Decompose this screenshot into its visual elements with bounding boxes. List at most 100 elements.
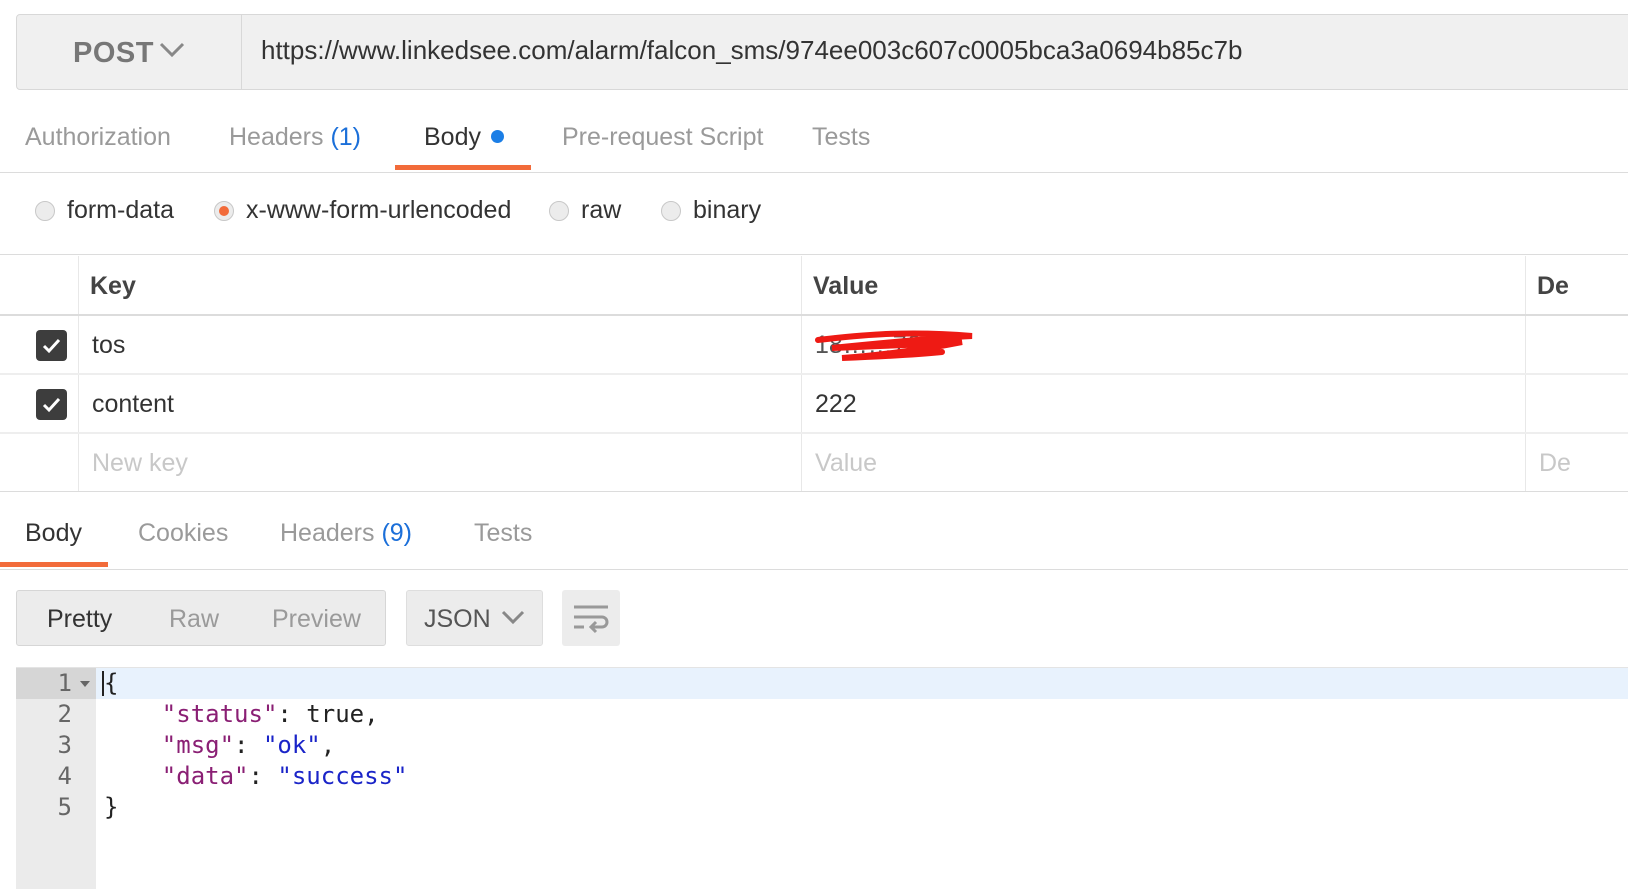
table-header-row: Key Value De [0,256,1628,316]
key-cell[interactable]: content [78,375,802,432]
radio-binary[interactable]: binary [661,196,761,225]
radio-circle[interactable] [35,200,55,221]
tab-pre-request-script[interactable]: Pre-request Script [562,123,763,152]
radio-x-www-form-urlencoded[interactable]: x-www-form-urlencoded [214,196,511,225]
modified-dot-icon [490,130,504,143]
code-line: "status": true, [104,699,379,730]
radio-label: x-www-form-urlencoded [246,196,512,224]
radio-raw[interactable]: raw [549,196,621,225]
active-line-highlight [96,668,1628,699]
table-row: content 222 [0,375,1628,434]
tab-headers[interactable]: Headers (1) [229,123,361,152]
headers-count-badge: (1) [330,123,362,151]
header-key-label: Key [90,272,136,300]
line-number: 3 [57,731,72,759]
tab-label: Headers [280,519,375,547]
radio-label: raw [581,196,622,224]
chevron-down-icon [159,42,185,58]
chevron-down-icon [501,610,525,625]
json-key: "data" [161,762,249,790]
code-line: } [104,792,118,823]
description-cell[interactable] [1525,375,1628,432]
checkbox-cell [0,316,79,373]
new-value-input[interactable]: Value [801,434,1526,491]
wrap-lines-icon [574,605,609,634]
tab-label: Body [25,519,82,547]
new-key-placeholder: New key [92,449,188,477]
tab-label: Tests [474,519,533,547]
json-key: "msg" [161,731,235,759]
json-colon: : [248,762,278,790]
checkbox-cell [0,375,79,432]
tab-label: Tests [812,123,871,151]
value-cell[interactable]: 222 [801,375,1526,432]
line-number: 2 [57,700,72,728]
request-bar: POST https://www.linkedsee.com/alarm/fal… [16,14,1628,90]
response-tab-tests[interactable]: Tests [474,519,532,548]
key-cell[interactable]: tos [78,316,802,373]
table-row-new: New key Value De [0,434,1628,493]
view-preview-button[interactable]: Preview [272,605,361,634]
url-input[interactable]: https://www.linkedsee.com/alarm/falcon_s… [261,35,1242,66]
check-icon [42,338,61,354]
json-comma: , [364,700,379,728]
json-brace: { [104,669,119,697]
body-mode-options: form-data x-www-form-urlencoded raw bina… [0,176,1628,255]
format-label: JSON [424,605,491,633]
header-key: Key [78,256,802,314]
line-number-gutter: 1 2 3 4 5 [16,668,96,889]
radio-circle[interactable] [661,200,681,221]
json-value: "success" [277,762,408,790]
tab-authorization[interactable]: Authorization [25,123,171,152]
response-tab-headers[interactable]: Headers (9) [280,519,412,548]
format-dropdown[interactable]: JSON [406,590,543,646]
radio-circle[interactable] [549,200,569,221]
response-body-editor[interactable]: 1 2 3 4 5 { "status": true, "msg": "ok",… [16,667,1628,889]
tab-tests[interactable]: Tests [812,123,870,152]
json-key: "status" [161,700,278,728]
line-number: 4 [57,762,72,790]
wrap-lines-button[interactable] [562,590,620,646]
line-number: 5 [57,793,72,821]
view-raw-button[interactable]: Raw [169,605,219,634]
tab-label: Authorization [25,123,171,151]
view-mode-switch: Pretty Raw Preview [16,590,386,646]
code-line: "data": "success" [104,761,408,792]
table-row: tos 18……76 [0,316,1628,375]
headers-count-badge: (9) [381,519,413,547]
fold-arrow-icon[interactable] [80,681,90,687]
new-value-placeholder: Value [815,449,878,477]
code-line: { [104,668,118,699]
row-checkbox[interactable] [36,389,67,420]
key-text: tos [92,331,126,359]
radio-label: form-data [67,196,174,224]
row-checkbox[interactable] [36,330,67,361]
header-description: De [1525,256,1628,314]
json-colon: : [234,731,263,759]
header-description-label: De [1537,272,1569,300]
response-tab-cookies[interactable]: Cookies [138,519,228,548]
json-brace: } [104,793,119,821]
response-tabs: Body Cookies Headers (9) Tests [0,492,1628,570]
response-tab-body[interactable]: Body [25,519,82,548]
json-value: "ok" [262,731,321,759]
value-text: 222 [815,390,857,418]
method-label: POST [73,37,154,69]
redaction-scribble [815,330,973,361]
active-tab-indicator [395,165,531,170]
tab-label: Pre-request Script [562,123,764,151]
json-comma: , [320,731,336,759]
active-response-tab-indicator [0,562,108,567]
request-tabs: Authorization Headers (1) Body Pre-reque… [0,100,1628,173]
radio-form-data[interactable]: form-data [35,196,174,225]
new-description-input[interactable]: De [1525,434,1628,491]
radio-circle-selected[interactable] [214,200,234,221]
method-dropdown[interactable]: POST [17,15,242,89]
radio-label: binary [693,196,762,224]
view-pretty-button[interactable]: Pretty [47,605,112,634]
tab-body[interactable]: Body [424,123,504,152]
new-key-input[interactable]: New key [78,434,802,491]
line-number: 1 [57,669,72,697]
description-cell[interactable] [1525,316,1628,373]
json-colon: : [277,700,307,728]
